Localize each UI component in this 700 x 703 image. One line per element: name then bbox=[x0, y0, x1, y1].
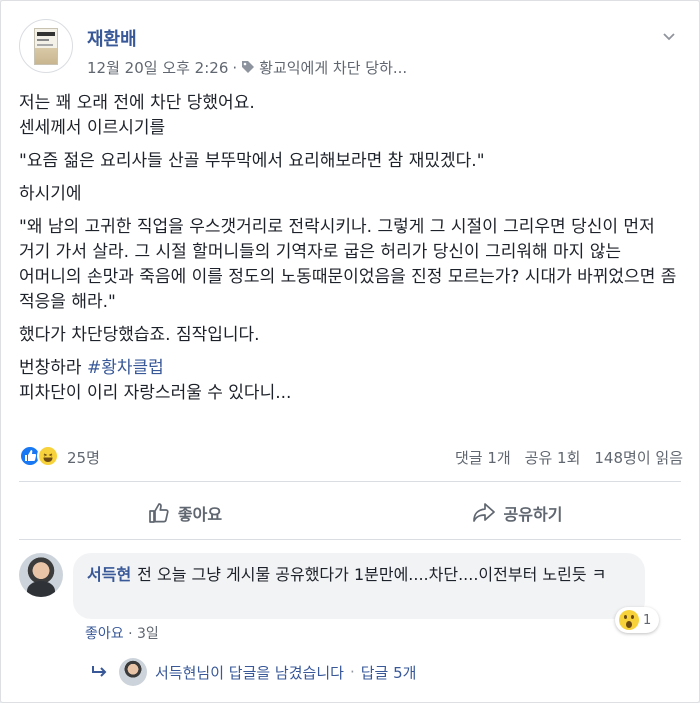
replies-count: 답글 5개 bbox=[360, 663, 417, 682]
haha-reaction-icon bbox=[37, 445, 59, 467]
replies-text: 서득현님이 답글을 남겼습니다 bbox=[155, 663, 344, 682]
reaction-icons[interactable] bbox=[19, 445, 67, 469]
author-name[interactable]: 재환배 bbox=[87, 25, 137, 51]
share-arrow-icon bbox=[472, 503, 495, 522]
comment-count[interactable]: 댓글 1개 bbox=[455, 449, 511, 467]
post-timestamp[interactable]: 12월 20일 오후 2:26 bbox=[87, 59, 228, 77]
comment-actions: 좋아요 · 3일 bbox=[85, 623, 159, 643]
post-paragraph-last: 번창하라 #황차클럽 피차단이 이리 자랑스러울 수 있다니... bbox=[19, 356, 683, 406]
view-count[interactable]: 148명이 읽음 bbox=[594, 449, 683, 467]
comment-reaction-badge[interactable]: 1 bbox=[615, 607, 660, 633]
tag-icon bbox=[242, 61, 255, 73]
page-avatar[interactable] bbox=[19, 19, 73, 73]
post-actions: 좋아요 공유하기 bbox=[19, 491, 683, 535]
divider bbox=[19, 481, 681, 482]
closing-line: 피차단이 이리 자랑스러울 수 있다니... bbox=[19, 383, 292, 403]
divider bbox=[19, 539, 681, 540]
hashtag-link[interactable]: #황차클럽 bbox=[87, 358, 164, 378]
post-paragraph: "요즘 젊은 요리사들 산골 부뚜막에서 요리해보라면 참 재밌겠다." bbox=[19, 151, 485, 171]
commenter-avatar[interactable] bbox=[19, 553, 63, 597]
post-meta: 12월 20일 오후 2:26 · 황교익에게 차단 당하... bbox=[87, 57, 407, 78]
reaction-count[interactable]: 25명 bbox=[67, 447, 100, 468]
post-paragraph: 했다가 차단당했습죠. 짐작입니다. bbox=[19, 325, 260, 345]
replies-separator: · bbox=[349, 663, 355, 681]
closing-text: 번창하라 bbox=[19, 358, 87, 378]
comment-reaction-count: 1 bbox=[643, 612, 652, 628]
post-paragraph: "왜 남의 고귀한 직업을 우스갯거리로 전락시키나. 그렇게 그 시절이 그리… bbox=[19, 217, 677, 312]
share-button[interactable]: 공유하기 bbox=[351, 491, 683, 535]
post-body: 저는 꽤 오래 전에 차단 당했어요. 센세께서 이르시기를 "요즘 젊은 요리… bbox=[19, 91, 683, 406]
post-feeling[interactable]: 황교익에게 차단 당하... bbox=[259, 59, 407, 77]
comment-actions-separator: · bbox=[128, 626, 133, 642]
meta-separator: · bbox=[232, 59, 238, 77]
like-button-label: 좋아요 bbox=[177, 505, 223, 524]
comment-bubble: 서득현 전 오늘 그냥 게시물 공유했다가 1분만에....차단....이전부터 … bbox=[73, 553, 645, 619]
thumbs-up-icon bbox=[149, 503, 169, 523]
post-paragraph: 하시기에 bbox=[19, 184, 82, 204]
like-button[interactable]: 좋아요 bbox=[19, 491, 351, 535]
stats-right: 댓글 1개 공유 1회 148명이 읽음 bbox=[441, 447, 683, 468]
comment-like-link[interactable]: 좋아요 bbox=[85, 626, 124, 642]
book-cover-icon bbox=[34, 28, 58, 65]
comment-age[interactable]: 3일 bbox=[137, 626, 159, 642]
post-paragraph: 저는 꽤 오래 전에 차단 당했어요. 센세께서 이르시기를 bbox=[19, 93, 255, 138]
wow-reaction-icon bbox=[619, 610, 639, 630]
post-card: 재환배 12월 20일 오후 2:26 · 황교익에게 차단 당하... 저는 꽤 … bbox=[0, 0, 700, 703]
post-stats: 25명 댓글 1개 공유 1회 148명이 읽음 bbox=[19, 443, 683, 471]
post-header: 재환배 12월 20일 오후 2:26 · 황교익에게 차단 당하... bbox=[19, 19, 681, 83]
replies-link[interactable]: 서득현님이 답글을 남겼습니다 · 답글 5개 bbox=[91, 657, 416, 687]
replier-avatar bbox=[119, 658, 147, 686]
share-count[interactable]: 공유 1회 bbox=[525, 449, 581, 467]
comment-text: 전 오늘 그냥 게시물 공유했다가 1분만에....차단....이전부터 노린듯… bbox=[137, 565, 607, 584]
commenter-name[interactable]: 서득현 bbox=[87, 565, 131, 584]
chevron-down-icon[interactable] bbox=[661, 29, 677, 45]
reply-arrow-icon bbox=[92, 666, 107, 677]
share-button-label: 공유하기 bbox=[503, 505, 563, 524]
